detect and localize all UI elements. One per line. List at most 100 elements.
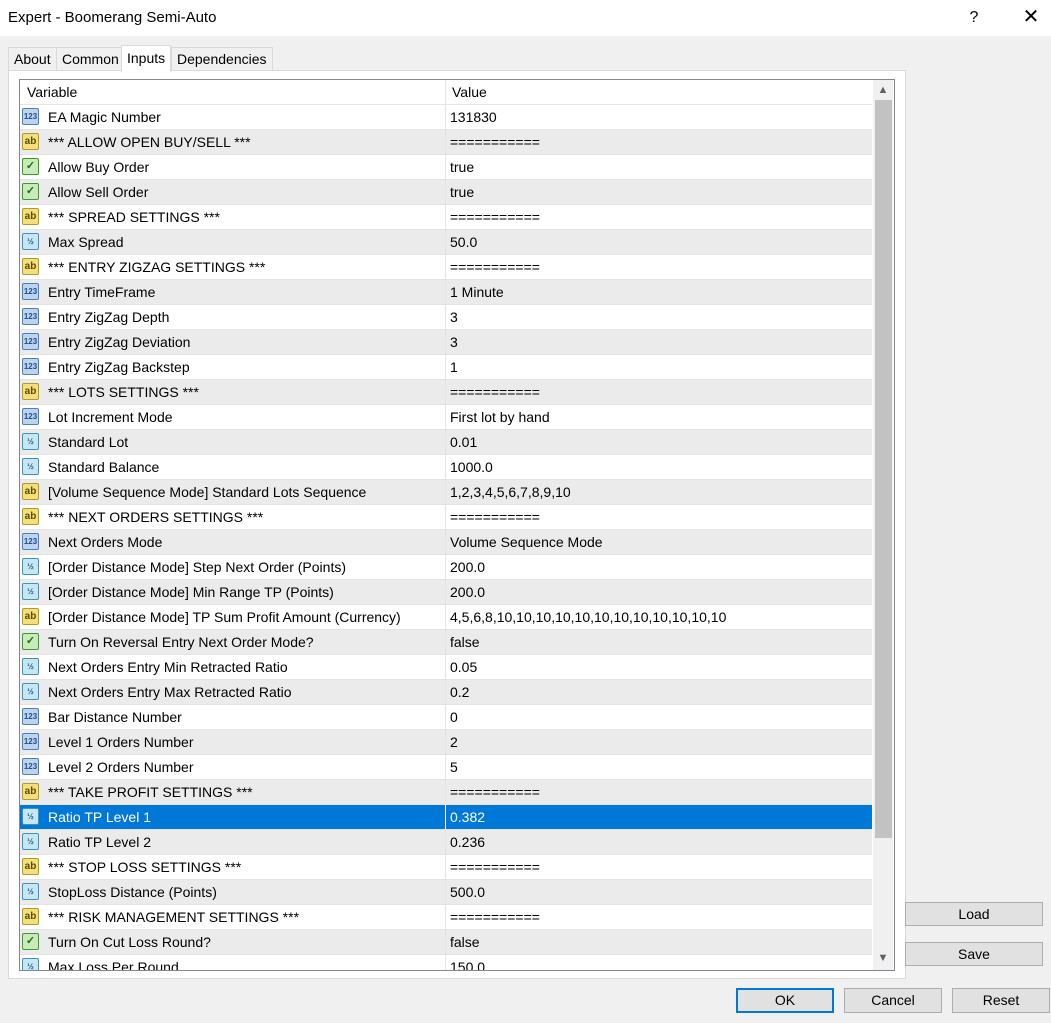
input-row[interactable]: ½ [Order Distance Mode] Step Next Order (… xyxy=(20,555,872,580)
string-type-icon: ab xyxy=(22,483,39,500)
variable-value[interactable]: false xyxy=(450,630,480,654)
save-button[interactable]: Save xyxy=(905,942,1043,966)
variable-value[interactable]: 0.2 xyxy=(450,680,469,704)
variable-value[interactable]: true xyxy=(450,155,474,179)
input-row[interactable]: ½ Standard Balance 1000.0 xyxy=(20,455,872,480)
tab-about[interactable]: About xyxy=(8,47,57,70)
variable-value[interactable]: 200.0 xyxy=(450,580,485,604)
variable-value[interactable]: 4,5,6,8,10,10,10,10,10,10,10,10,10,10,10… xyxy=(450,605,726,629)
input-row[interactable]: ab *** SPREAD SETTINGS *** =========== xyxy=(20,205,872,230)
variable-value[interactable]: =========== xyxy=(450,205,540,229)
variable-value[interactable]: 1000.0 xyxy=(450,455,493,479)
scrollbar-thumb[interactable] xyxy=(875,100,892,838)
variable-value[interactable]: 500.0 xyxy=(450,880,485,904)
load-button[interactable]: Load xyxy=(905,902,1043,926)
input-row[interactable]: ½ Ratio TP Level 2 0.236 xyxy=(20,830,872,855)
input-row[interactable]: ½ [Order Distance Mode] Min Range TP (Poi… xyxy=(20,580,872,605)
variable-value[interactable]: false xyxy=(450,930,480,954)
reset-button[interactable]: Reset xyxy=(952,988,1050,1013)
variable-value[interactable]: 0.05 xyxy=(450,655,477,679)
input-row[interactable]: ab [Order Distance Mode] TP Sum Profit Am… xyxy=(20,605,872,630)
input-row[interactable]: ½ Max Loss Per Round 150.0 xyxy=(20,955,872,970)
variable-value[interactable]: 5 xyxy=(450,755,458,779)
input-row[interactable]: ab *** ENTRY ZIGZAG SETTINGS *** =========… xyxy=(20,255,872,280)
cell-divider xyxy=(445,380,446,404)
vertical-scrollbar[interactable]: ▲ ▼ xyxy=(873,80,893,970)
column-header-variable[interactable]: Variable xyxy=(20,80,77,104)
variable-value[interactable]: 1,2,3,4,5,6,7,8,9,10 xyxy=(450,480,571,504)
input-row[interactable]: ab *** LOTS SETTINGS *** =========== xyxy=(20,380,872,405)
input-row[interactable]: ½ Ratio TP Level 1 0.382 xyxy=(20,805,872,830)
input-row[interactable]: ab *** STOP LOSS SETTINGS *** =========== xyxy=(20,855,872,880)
cell-divider xyxy=(445,630,446,654)
string-type-icon: ab xyxy=(22,133,39,150)
input-row[interactable]: ✓ Allow Sell Order true xyxy=(20,180,872,205)
variable-value[interactable]: 0.236 xyxy=(450,830,485,854)
cell-divider xyxy=(445,305,446,329)
variable-value[interactable]: =========== xyxy=(450,855,540,879)
input-row[interactable]: 123 Entry ZigZag Backstep 1 xyxy=(20,355,872,380)
input-row[interactable]: ✓ Turn On Cut Loss Round? false xyxy=(20,930,872,955)
input-row[interactable]: ab *** TAKE PROFIT SETTINGS *** ==========… xyxy=(20,780,872,805)
variable-value[interactable]: 0 xyxy=(450,705,458,729)
variable-value[interactable]: 131830 xyxy=(450,105,497,129)
close-button[interactable]: ✕ xyxy=(1012,0,1050,36)
input-row[interactable]: ab *** ALLOW OPEN BUY/SELL *** =========== xyxy=(20,130,872,155)
input-row[interactable]: ½ Standard Lot 0.01 xyxy=(20,430,872,455)
input-row[interactable]: 123 Next Orders Mode Volume Sequence Mode xyxy=(20,530,872,555)
input-row[interactable]: ½ Next Orders Entry Min Retracted Ratio 0.… xyxy=(20,655,872,680)
input-row[interactable]: ½ Next Orders Entry Max Retracted Ratio 0.… xyxy=(20,680,872,705)
variable-value[interactable]: true xyxy=(450,180,474,204)
variable-value[interactable]: =========== xyxy=(450,255,540,279)
variable-value[interactable]: 150.0 xyxy=(450,955,485,970)
variable-value[interactable]: 1 Minute xyxy=(450,280,504,304)
grid-rows: 123 EA Magic Number 131830 ab *** ALLOW OPEN… xyxy=(20,105,872,970)
variable-value[interactable]: 0.01 xyxy=(450,430,477,454)
tab-dependencies[interactable]: Dependencies xyxy=(171,47,273,70)
variable-value[interactable]: 2 xyxy=(450,730,458,754)
double-type-icon: ½ xyxy=(22,433,39,450)
input-row[interactable]: 123 Entry TimeFrame 1 Minute xyxy=(20,280,872,305)
variable-value[interactable]: =========== xyxy=(450,505,540,529)
variable-name: Bar Distance Number xyxy=(48,709,182,725)
tab-inputs[interactable]: Inputs xyxy=(121,45,172,72)
cancel-button[interactable]: Cancel xyxy=(844,988,942,1013)
help-button[interactable]: ? xyxy=(958,0,990,36)
variable-value[interactable]: 200.0 xyxy=(450,555,485,579)
variable-value[interactable]: =========== xyxy=(450,905,540,929)
scroll-up-arrow-icon[interactable]: ▲ xyxy=(873,80,893,100)
variable-name: [Volume Sequence Mode] Standard Lots Seq… xyxy=(48,484,367,500)
input-row[interactable]: 123 Level 2 Orders Number 5 xyxy=(20,755,872,780)
input-row[interactable]: ½ StopLoss Distance (Points) 500.0 xyxy=(20,880,872,905)
input-row[interactable]: ab *** NEXT ORDERS SETTINGS *** ==========… xyxy=(20,505,872,530)
input-row[interactable]: 123 Entry ZigZag Deviation 3 xyxy=(20,330,872,355)
ok-button[interactable]: OK xyxy=(736,988,834,1013)
input-row[interactable]: 123 Level 1 Orders Number 2 xyxy=(20,730,872,755)
inputs-grid[interactable]: Variable Value 123 EA Magic Number 131830 a… xyxy=(19,79,895,971)
variable-value[interactable]: =========== xyxy=(450,130,540,154)
variable-value[interactable]: 50.0 xyxy=(450,230,477,254)
input-row[interactable]: ✓ Allow Buy Order true xyxy=(20,155,872,180)
variable-value[interactable]: =========== xyxy=(450,780,540,804)
variable-name: Max Spread xyxy=(48,234,124,250)
variable-value[interactable]: 1 xyxy=(450,355,458,379)
input-row[interactable]: 123 Lot Increment Mode First lot by hand xyxy=(20,405,872,430)
input-row[interactable]: ab [Volume Sequence Mode] Standard Lots S… xyxy=(20,480,872,505)
input-row[interactable]: ✓ Turn On Reversal Entry Next Order Mode?… xyxy=(20,630,872,655)
variable-name: Lot Increment Mode xyxy=(48,409,173,425)
variable-value[interactable]: 3 xyxy=(450,305,458,329)
variable-value[interactable]: First lot by hand xyxy=(450,405,550,429)
string-type-icon: ab xyxy=(22,858,39,875)
tab-common[interactable]: Common xyxy=(56,47,125,70)
column-header-value[interactable]: Value xyxy=(445,80,487,104)
variable-value[interactable]: 0.382 xyxy=(450,805,485,829)
input-row[interactable]: 123 Bar Distance Number 0 xyxy=(20,705,872,730)
scroll-down-arrow-icon[interactable]: ▼ xyxy=(873,948,893,968)
input-row[interactable]: 123 Entry ZigZag Depth 3 xyxy=(20,305,872,330)
variable-value[interactable]: =========== xyxy=(450,380,540,404)
variable-value[interactable]: 3 xyxy=(450,330,458,354)
variable-value[interactable]: Volume Sequence Mode xyxy=(450,530,603,554)
input-row[interactable]: ½ Max Spread 50.0 xyxy=(20,230,872,255)
input-row[interactable]: 123 EA Magic Number 131830 xyxy=(20,105,872,130)
input-row[interactable]: ab *** RISK MANAGEMENT SETTINGS *** ======… xyxy=(20,905,872,930)
